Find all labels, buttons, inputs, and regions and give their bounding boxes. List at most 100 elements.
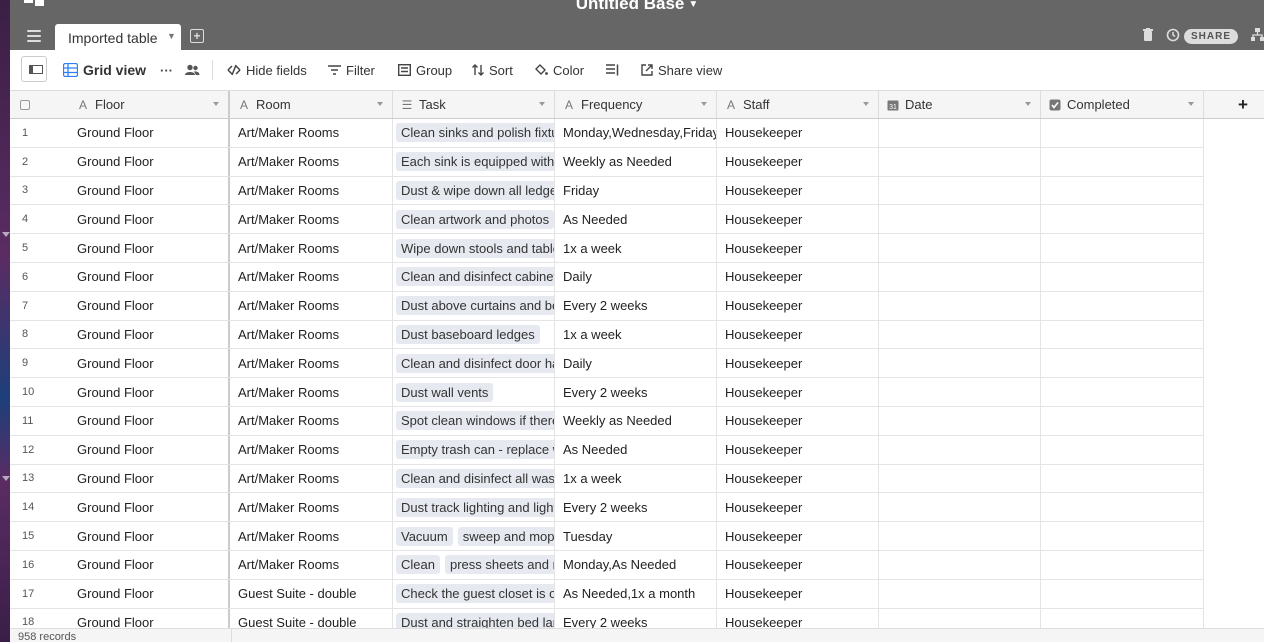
cell-staff[interactable]: Housekeeper [717, 320, 879, 349]
cell-task[interactable]: Cleanpress sheets and rep [393, 551, 555, 579]
collaborators-icon[interactable] [184, 64, 200, 76]
group-button[interactable]: Group [398, 50, 452, 90]
cell-room[interactable]: Art/Maker Rooms [230, 407, 393, 435]
sort-label[interactable]: Sort [489, 63, 513, 78]
chevron-down-icon[interactable] [863, 102, 869, 106]
cell-floor[interactable]: Ground Floor [69, 263, 230, 291]
cell-room[interactable]: Art/Maker Rooms [230, 551, 393, 579]
cell-completed[interactable] [1041, 407, 1204, 435]
cell-room[interactable]: Art/Maker Rooms [230, 320, 393, 349]
cell-date[interactable] [879, 522, 1041, 550]
cell-room[interactable]: Art/Maker Rooms [230, 349, 393, 378]
cell-task[interactable]: Clean and disinfect door ha [393, 349, 555, 378]
color-button[interactable]: Color [535, 50, 584, 90]
cell-floor[interactable]: Ground Floor [69, 378, 230, 406]
cell-frequency[interactable]: Every 2 weeks [555, 291, 717, 320]
table-row[interactable]: 15 Ground Floor Art/Maker Rooms Vacuum sweep… [10, 522, 1204, 551]
cell-floor[interactable]: Ground Floor [69, 522, 230, 550]
cell-frequency[interactable]: 1x a week [555, 464, 717, 493]
cell-room[interactable]: Art/Maker Rooms [230, 234, 393, 262]
org-chart-icon[interactable] [1251, 28, 1264, 42]
hide-fields-label[interactable]: Hide fields [246, 63, 307, 78]
cell-room[interactable]: Art/Maker Rooms [230, 522, 393, 550]
cell-date[interactable] [879, 234, 1041, 262]
chevron-down-icon[interactable] [377, 102, 383, 106]
cell-room[interactable]: Art/Maker Rooms [230, 378, 393, 406]
cell-task[interactable]: Wipe down stools and tables [393, 234, 555, 262]
cell-completed[interactable] [1041, 493, 1204, 522]
cell-staff[interactable]: Housekeeper [717, 147, 879, 176]
table-row[interactable]: 11 Ground Floor Art/Maker Rooms Spot clean … [10, 407, 1204, 436]
cell-staff[interactable]: Housekeeper [717, 493, 879, 522]
cell-date[interactable] [879, 147, 1041, 176]
table-row[interactable]: 16 Ground Floor Art/Maker Rooms Clean press … [10, 551, 1204, 580]
cell-floor[interactable]: Ground Floor [69, 349, 230, 378]
cell-staff[interactable]: Housekeeper [717, 378, 879, 406]
cell-frequency[interactable]: Daily [555, 349, 717, 378]
cell-floor[interactable]: Ground Floor [69, 234, 230, 262]
cell-room[interactable]: Guest Suite - double [230, 579, 393, 608]
cell-staff[interactable]: Housekeeper [717, 119, 879, 147]
cell-room[interactable]: Art/Maker Rooms [230, 435, 393, 464]
cell-date[interactable] [879, 176, 1041, 205]
cell-staff[interactable]: Housekeeper [717, 205, 879, 234]
table-row[interactable]: 3 Ground Floor Art/Maker Rooms Dust & wipe … [10, 176, 1204, 206]
chevron-down-icon[interactable] [1188, 102, 1194, 106]
cell-task[interactable]: Clean and disinfect cabinets [393, 263, 555, 291]
cell-completed[interactable] [1041, 378, 1204, 406]
cell-task[interactable]: Clean sinks and polish fixtures [393, 119, 555, 147]
cell-room[interactable]: Art/Maker Rooms [230, 464, 393, 493]
cell-room[interactable]: Art/Maker Rooms [230, 291, 393, 320]
filter-label[interactable]: Filter [346, 63, 375, 78]
base-title[interactable]: Untitled Base ▼ [10, 0, 1264, 14]
cell-frequency[interactable]: Every 2 weeks [555, 493, 717, 522]
cell-floor[interactable]: Ground Floor [69, 147, 230, 176]
cell-frequency[interactable]: Monday,Wednesday,Friday [555, 119, 717, 147]
cell-date[interactable] [879, 378, 1041, 406]
table-row[interactable]: 14 Ground Floor Art/Maker Rooms Dust track … [10, 493, 1204, 523]
cell-frequency[interactable]: Weekly as Needed [555, 407, 717, 435]
column-header-floor[interactable]: A Floor [69, 91, 230, 118]
cell-floor[interactable]: Ground Floor [69, 320, 230, 349]
cell-floor[interactable]: Ground Floor [69, 407, 230, 435]
chevron-down-icon[interactable] [213, 102, 219, 106]
cell-date[interactable] [879, 205, 1041, 234]
cell-floor[interactable]: Ground Floor [69, 464, 230, 493]
table-row[interactable]: 2 Ground Floor Art/Maker Rooms Each sink is… [10, 147, 1204, 177]
cell-completed[interactable] [1041, 205, 1204, 234]
cell-staff[interactable]: Housekeeper [717, 291, 879, 320]
cell-frequency[interactable]: As Needed [555, 435, 717, 464]
cell-date[interactable] [879, 579, 1041, 608]
cell-frequency[interactable]: Friday [555, 176, 717, 205]
sort-button[interactable]: Sort [472, 50, 513, 90]
cell-completed[interactable] [1041, 234, 1204, 262]
add-table-icon[interactable]: + [190, 29, 204, 43]
cell-room[interactable]: Art/Maker Rooms [230, 176, 393, 205]
cell-staff[interactable]: Housekeeper [717, 551, 879, 579]
table-row[interactable]: 7 Ground Floor Art/Maker Rooms Dust above c… [10, 291, 1204, 321]
table-row[interactable]: 1 Ground Floor Art/Maker Rooms Clean sinks … [10, 119, 1204, 148]
share-view-label[interactable]: Share view [658, 63, 722, 78]
cell-room[interactable]: Art/Maker Rooms [230, 493, 393, 522]
cell-date[interactable] [879, 263, 1041, 291]
cell-staff[interactable]: Housekeeper [717, 435, 879, 464]
history-icon[interactable] [1166, 28, 1180, 42]
chevron-down-icon[interactable]: ▼ [688, 0, 698, 10]
cell-floor[interactable]: Ground Floor [69, 291, 230, 320]
more-options-icon[interactable]: ··· [160, 50, 173, 90]
cell-completed[interactable] [1041, 551, 1204, 579]
cell-task[interactable]: Dust above curtains and be [393, 291, 555, 320]
tab-label[interactable]: Imported table [68, 30, 158, 46]
row-height-icon[interactable] [606, 64, 619, 76]
hide-fields-button[interactable]: Hide fields [227, 50, 307, 90]
table-row[interactable]: 5 Ground Floor Art/Maker Rooms Wipe down st… [10, 234, 1204, 263]
menu-icon[interactable] [27, 30, 41, 45]
cell-task[interactable]: Dust wall vents [393, 378, 555, 406]
cell-task[interactable]: Dust & wipe down all ledges [393, 176, 555, 205]
cell-date[interactable] [879, 435, 1041, 464]
cell-frequency[interactable]: 1x a week [555, 234, 717, 262]
cell-completed[interactable] [1041, 176, 1204, 205]
cell-frequency[interactable]: As Needed,1x a month [555, 579, 717, 608]
cell-completed[interactable] [1041, 464, 1204, 493]
filter-button[interactable]: Filter [328, 50, 375, 90]
